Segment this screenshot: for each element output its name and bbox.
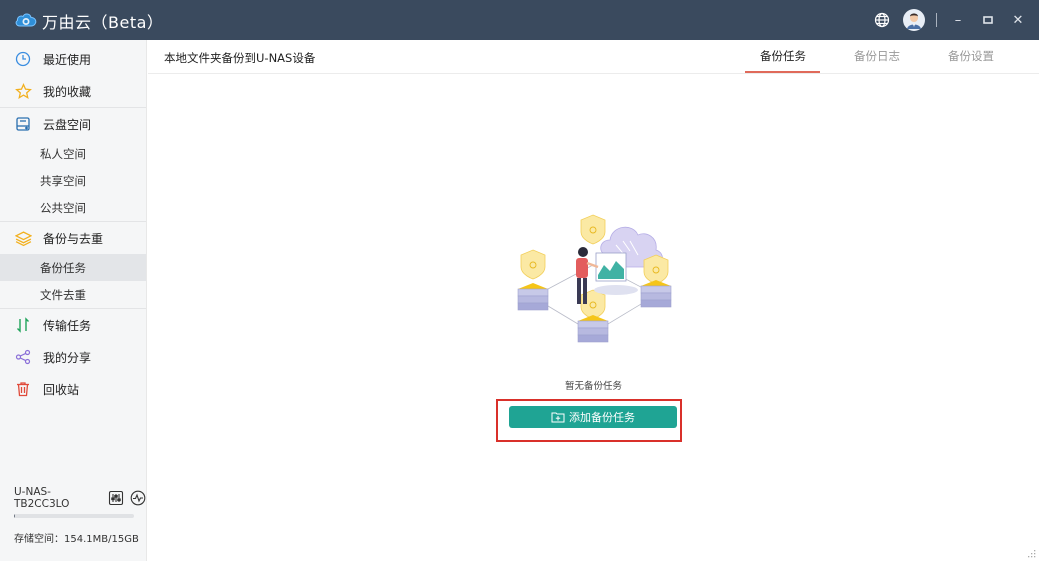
storage-text: 存储空间：154.1MB/15GB xyxy=(14,534,139,545)
sidebar: 最近使用 我的收藏 云盘空间 私人空间 共享空间 公共空间 备份与去重 备份任务… xyxy=(0,40,147,561)
storage-progress-bar xyxy=(14,514,134,518)
divider xyxy=(936,13,937,27)
sidebar-item-favorites[interactable]: 我的收藏 xyxy=(0,75,146,107)
sidebar-item-backup-tasks[interactable]: 备份任务 xyxy=(0,254,146,281)
app-title: 万由云（Beta） xyxy=(42,13,164,32)
sidebar-item-transfer[interactable]: 传输任务 xyxy=(0,309,146,341)
sidebar-item-label: 传输任务 xyxy=(43,318,92,333)
tab-backup-tasks[interactable]: 备份任务 xyxy=(760,48,806,64)
sidebar-item-private-space[interactable]: 私人空间 xyxy=(0,140,146,167)
share-icon xyxy=(14,348,32,366)
sidebar-item-backup-dedup[interactable]: 备份与去重 xyxy=(0,222,146,254)
maximize-icon[interactable] xyxy=(977,9,999,31)
sidebar-item-shared-space[interactable]: 共享空间 xyxy=(0,167,146,194)
highlight-box xyxy=(496,399,682,442)
main-content: 本地文件夹备份到U-NAS设备 备份任务 备份日志 备份设置 暂无备份任务 添加… xyxy=(148,40,1039,561)
sidebar-item-label: 备份与去重 xyxy=(43,231,104,246)
clock-icon xyxy=(14,50,32,68)
sidebar-item-share[interactable]: 我的分享 xyxy=(0,341,146,373)
sidebar-item-trash[interactable]: 回收站 xyxy=(0,373,146,405)
sidebar-item-recent[interactable]: 最近使用 xyxy=(0,43,146,75)
active-tab-indicator xyxy=(745,71,820,73)
title-bar: 万由云（Beta） – ✕ xyxy=(0,0,1039,40)
cloud-logo-icon xyxy=(15,13,37,27)
sidebar-item-public-space[interactable]: 公共空间 xyxy=(0,194,146,221)
disk-icon xyxy=(14,115,32,133)
storage-progress-fill xyxy=(14,514,16,518)
globe-icon[interactable] xyxy=(870,8,894,32)
close-icon[interactable]: ✕ xyxy=(1007,9,1029,31)
trash-icon xyxy=(14,380,32,398)
empty-state-text: 暂无备份任务 xyxy=(564,381,622,392)
layers-icon xyxy=(14,229,32,247)
resize-grip-icon[interactable] xyxy=(1028,550,1036,558)
device-name: U-NAS-TB2CC3LO xyxy=(14,486,70,510)
activity-icon[interactable] xyxy=(130,490,146,506)
sidebar-item-cloud-space[interactable]: 云盘空间 xyxy=(0,108,146,140)
sidebar-item-label: 云盘空间 xyxy=(43,117,92,132)
star-icon xyxy=(14,82,32,100)
page-title: 本地文件夹备份到U-NAS设备 xyxy=(164,51,316,65)
transfer-icon xyxy=(14,316,32,334)
sidebar-item-label: 我的收藏 xyxy=(43,84,92,99)
device-info: U-NAS-TB2CC3LO xyxy=(14,486,146,510)
empty-state-illustration xyxy=(517,214,672,343)
sidebar-item-label: 回收站 xyxy=(43,382,80,397)
main-header: 本地文件夹备份到U-NAS设备 备份任务 备份日志 备份设置 xyxy=(148,40,1039,74)
tab-backup-settings[interactable]: 备份设置 xyxy=(948,48,994,64)
equalizer-icon[interactable] xyxy=(108,490,124,506)
sidebar-item-file-dedup[interactable]: 文件去重 xyxy=(0,281,146,308)
sidebar-item-label: 我的分享 xyxy=(43,350,92,365)
tab-backup-log[interactable]: 备份日志 xyxy=(854,48,900,64)
avatar[interactable] xyxy=(902,8,926,32)
minimize-icon[interactable]: – xyxy=(947,9,969,31)
sidebar-item-label: 最近使用 xyxy=(43,52,92,67)
